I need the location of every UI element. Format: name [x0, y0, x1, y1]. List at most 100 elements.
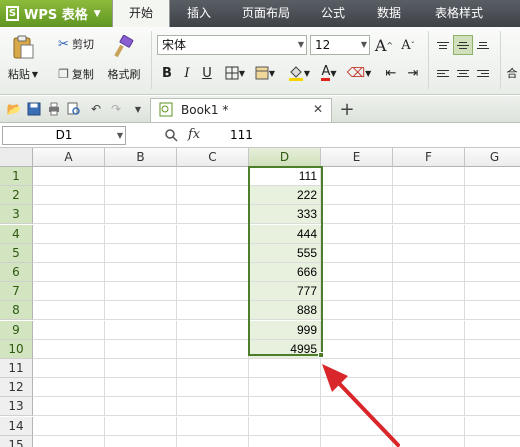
align-left-button[interactable] — [433, 63, 453, 83]
cell-b3[interactable] — [105, 205, 177, 224]
cell-c6[interactable] — [177, 263, 249, 282]
row-header-14[interactable]: 14 — [0, 417, 33, 436]
cell-a8[interactable] — [33, 301, 105, 320]
cell-e3[interactable] — [321, 205, 393, 224]
cell-g3[interactable] — [465, 205, 520, 224]
align-bottom-button[interactable] — [473, 35, 493, 55]
cell-e1[interactable] — [321, 167, 393, 186]
cell-b13[interactable] — [105, 397, 177, 416]
cell-b2[interactable] — [105, 186, 177, 205]
cell-b7[interactable] — [105, 282, 177, 301]
cell-c7[interactable] — [177, 282, 249, 301]
cell-f10[interactable] — [393, 340, 465, 359]
cell-c15[interactable] — [177, 436, 249, 447]
cell-d7[interactable]: 777 — [249, 282, 321, 301]
cell-g11[interactable] — [465, 359, 520, 378]
cell-b1[interactable] — [105, 167, 177, 186]
row-header-5[interactable]: 5 — [0, 244, 33, 263]
cell-a7[interactable] — [33, 282, 105, 301]
grow-font-button[interactable]: A ^ — [374, 35, 394, 55]
cell-g8[interactable] — [465, 301, 520, 320]
cell-a10[interactable] — [33, 340, 105, 359]
cell-f11[interactable] — [393, 359, 465, 378]
underline-button[interactable]: U — [198, 63, 216, 83]
cell-e10[interactable] — [321, 340, 393, 359]
redo-icon[interactable]: ↷ — [108, 101, 124, 117]
zoom-icon[interactable] — [164, 128, 178, 146]
cell-c8[interactable] — [177, 301, 249, 320]
column-header-d[interactable]: D — [249, 148, 321, 167]
fill-handle[interactable] — [318, 352, 324, 358]
cell-b11[interactable] — [105, 359, 177, 378]
cell-d3[interactable]: 333 — [249, 205, 321, 224]
cell-g2[interactable] — [465, 186, 520, 205]
cell-b14[interactable] — [105, 417, 177, 436]
cell-d12[interactable] — [249, 378, 321, 397]
italic-button[interactable]: I — [178, 63, 196, 83]
cell-e13[interactable] — [321, 397, 393, 416]
format-painter-icon-button[interactable] — [106, 33, 140, 61]
cell-f4[interactable] — [393, 225, 465, 244]
cell-d9[interactable]: 999 — [249, 321, 321, 340]
cell-f3[interactable] — [393, 205, 465, 224]
cell-b8[interactable] — [105, 301, 177, 320]
cell-c5[interactable] — [177, 244, 249, 263]
merge-cells-button[interactable]: 合 — [504, 63, 520, 83]
cell-g7[interactable] — [465, 282, 520, 301]
cell-f2[interactable] — [393, 186, 465, 205]
close-tab-icon[interactable]: ✕ — [313, 102, 323, 116]
cell-g10[interactable] — [465, 340, 520, 359]
cell-a9[interactable] — [33, 321, 105, 340]
cell-f8[interactable] — [393, 301, 465, 320]
cell-g4[interactable] — [465, 225, 520, 244]
row-header-15[interactable]: 15 — [0, 436, 33, 447]
row-header-13[interactable]: 13 — [0, 397, 33, 416]
column-header-b[interactable]: B — [105, 148, 177, 167]
cell-f9[interactable] — [393, 321, 465, 340]
cell-g12[interactable] — [465, 378, 520, 397]
column-header-a[interactable]: A — [33, 148, 105, 167]
cell-e6[interactable] — [321, 263, 393, 282]
row-header-7[interactable]: 7 — [0, 282, 33, 301]
row-header-2[interactable]: 2 — [0, 186, 33, 205]
cell-d11[interactable] — [249, 359, 321, 378]
cell-c2[interactable] — [177, 186, 249, 205]
customize-toolbar-icon[interactable]: ▼ — [130, 101, 146, 117]
cell-e14[interactable] — [321, 417, 393, 436]
cell-f7[interactable] — [393, 282, 465, 301]
tab-page-layout[interactable]: 页面布局 — [232, 0, 300, 27]
cell-a3[interactable] — [33, 205, 105, 224]
cell-c11[interactable] — [177, 359, 249, 378]
cell-b9[interactable] — [105, 321, 177, 340]
cell-d14[interactable] — [249, 417, 321, 436]
cell-b12[interactable] — [105, 378, 177, 397]
format-painter-button[interactable]: 格式刷 — [104, 65, 144, 83]
cell-d1[interactable]: 111 — [249, 167, 321, 186]
tab-formulas[interactable]: 公式 — [310, 0, 356, 27]
cell-d2[interactable]: 222 — [249, 186, 321, 205]
font-name-select[interactable]: 宋体 ▼ — [157, 35, 307, 55]
save-icon[interactable] — [26, 101, 42, 117]
row-header-12[interactable]: 12 — [0, 378, 33, 397]
cell-f6[interactable] — [393, 263, 465, 282]
copy-button[interactable]: ❐ 复制 — [50, 65, 102, 83]
cell-d6[interactable]: 666 — [249, 263, 321, 282]
paste-button[interactable] — [6, 33, 40, 61]
column-header-f[interactable]: F — [393, 148, 465, 167]
cut-button[interactable]: ✂ 剪切 — [50, 35, 102, 53]
font-color-button[interactable]: A ▼ — [316, 63, 342, 83]
cell-e2[interactable] — [321, 186, 393, 205]
align-middle-button[interactable] — [453, 35, 473, 55]
paste-label-button[interactable]: 粘贴 ▼ — [4, 65, 42, 83]
clear-format-button[interactable]: ⌫ ▼ — [346, 63, 372, 83]
cell-d4[interactable]: 444 — [249, 225, 321, 244]
row-header-3[interactable]: 3 — [0, 205, 33, 224]
cell-a11[interactable] — [33, 359, 105, 378]
cell-e5[interactable] — [321, 244, 393, 263]
cell-e12[interactable] — [321, 378, 393, 397]
cell-a2[interactable] — [33, 186, 105, 205]
row-header-10[interactable]: 10 — [0, 340, 33, 359]
row-header-4[interactable]: 4 — [0, 225, 33, 244]
cell-b4[interactable] — [105, 225, 177, 244]
cell-a4[interactable] — [33, 225, 105, 244]
